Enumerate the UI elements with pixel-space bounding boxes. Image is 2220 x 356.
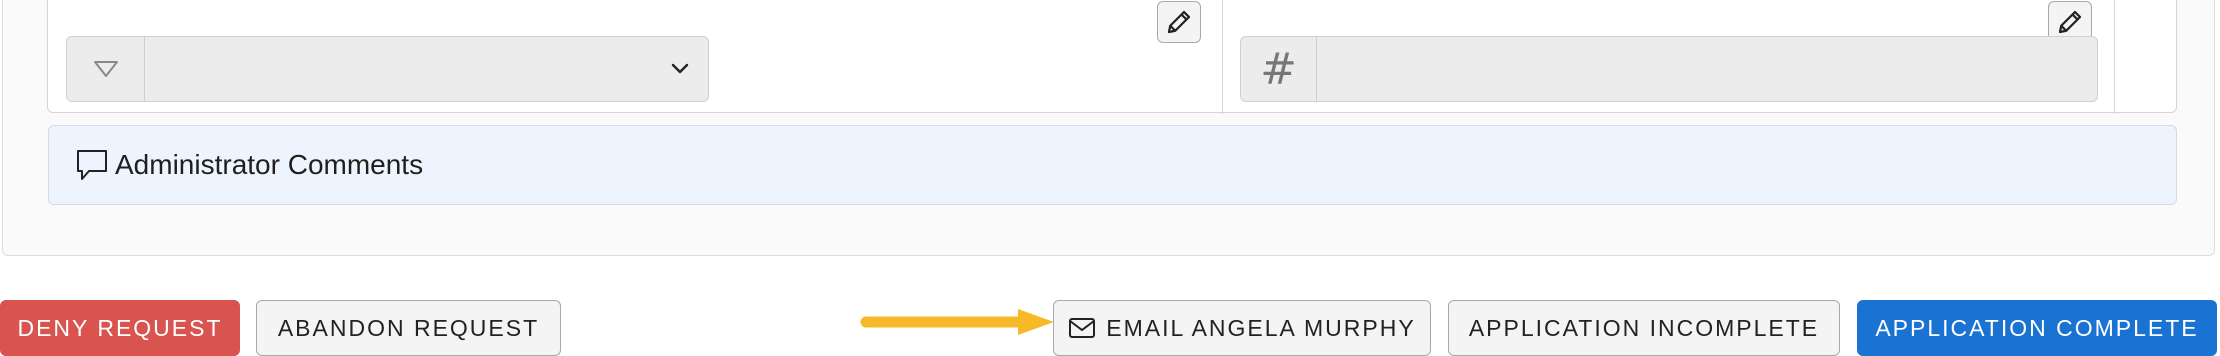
column-divider — [1222, 0, 1223, 114]
request-panel: # Administrator Comments — [2, 0, 2215, 256]
email-applicant-label: EMAIL ANGELA MURPHY — [1106, 314, 1416, 341]
speech-bubble-icon — [77, 150, 107, 180]
envelope-icon — [1069, 318, 1096, 338]
deny-request-label: DENY REQUEST — [17, 314, 223, 341]
hash-icon: # — [1241, 37, 1317, 101]
application-incomplete-button[interactable]: APPLICATION INCOMPLETE — [1448, 300, 1840, 356]
administrator-comments-label: Administrator Comments — [115, 149, 424, 180]
dropdown-field[interactable] — [66, 36, 709, 102]
deny-request-button[interactable]: DENY REQUEST — [0, 300, 240, 356]
edit-field-button[interactable] — [1157, 1, 1201, 43]
column-divider — [2114, 0, 2115, 114]
application-incomplete-label: APPLICATION INCOMPLETE — [1468, 314, 1820, 341]
abandon-request-button[interactable]: ABANDON REQUEST — [256, 300, 561, 356]
chevron-down-icon — [671, 63, 689, 74]
number-field: # — [1240, 36, 2098, 102]
arrow-right-icon — [860, 309, 1054, 335]
abandon-request-label: ABANDON REQUEST — [277, 314, 540, 341]
pencil-icon — [2058, 10, 2082, 34]
pencil-icon — [1167, 10, 1191, 34]
select-addon — [67, 37, 145, 101]
email-applicant-button[interactable]: EMAIL ANGELA MURPHY — [1053, 300, 1431, 356]
application-complete-button[interactable]: APPLICATION COMPLETE — [1857, 300, 2217, 356]
dropdown-select[interactable] — [145, 37, 708, 101]
administrator-comments-toggle[interactable]: Administrator Comments — [48, 125, 2177, 205]
number-input[interactable] — [1317, 37, 2097, 101]
triangle-down-outline-icon — [93, 61, 118, 77]
application-complete-label: APPLICATION COMPLETE — [1875, 314, 2199, 341]
